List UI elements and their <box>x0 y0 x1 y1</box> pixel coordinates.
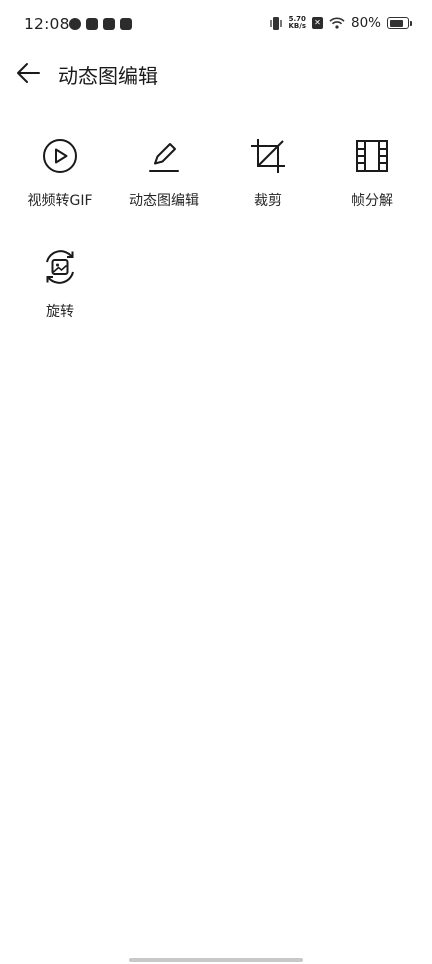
crop-icon <box>248 136 288 176</box>
status-right: 5.70 KB/s ✕ 80% <box>269 15 412 31</box>
play-notification-icon <box>86 18 98 30</box>
wifi-icon <box>329 17 345 29</box>
tool-crop[interactable]: 裁剪 <box>216 136 320 210</box>
tool-label: 帧分解 <box>351 193 393 209</box>
rotate-image-icon <box>40 247 80 287</box>
dots-notification-icon <box>103 18 115 30</box>
vibrate-icon <box>269 16 282 30</box>
tool-gif-edit[interactable]: 动态图编辑 <box>112 136 216 210</box>
tool-frame-split[interactable]: 帧分解 <box>320 136 424 210</box>
tool-rotate[interactable]: 旋转 <box>8 247 112 321</box>
tool-label: 视频转GIF <box>27 193 93 209</box>
battery-percent: 80% <box>350 15 381 31</box>
network-speed: 5.70 KB/s <box>288 15 306 31</box>
bag-notification-icon <box>120 18 132 30</box>
gesture-nav-handle[interactable] <box>129 958 303 962</box>
battery-fill <box>389 19 404 27</box>
tool-label: 裁剪 <box>254 193 282 209</box>
pen-icon <box>144 136 184 176</box>
status-time: 12:08 <box>24 15 70 33</box>
no-sim-icon: ✕ <box>311 17 323 29</box>
play-circle-icon <box>40 136 80 176</box>
back-button[interactable] <box>10 55 46 91</box>
check-notification-icon <box>69 18 81 30</box>
speed-unit: KB/s <box>288 22 306 30</box>
notification-icons <box>69 18 132 30</box>
header: 动态图编辑 <box>0 50 432 96</box>
tool-label: 旋转 <box>46 304 74 320</box>
frame-grid-icon <box>352 136 392 176</box>
tool-label: 动态图编辑 <box>129 193 199 209</box>
page-title: 动态图编辑 <box>58 64 158 88</box>
tool-video-to-gif[interactable]: 视频转GIF <box>8 136 112 210</box>
arrow-left-icon <box>17 63 40 83</box>
battery-icon <box>387 17 412 29</box>
status-bar: 12:08 5.70 KB/s ✕ 80% <box>0 0 432 50</box>
